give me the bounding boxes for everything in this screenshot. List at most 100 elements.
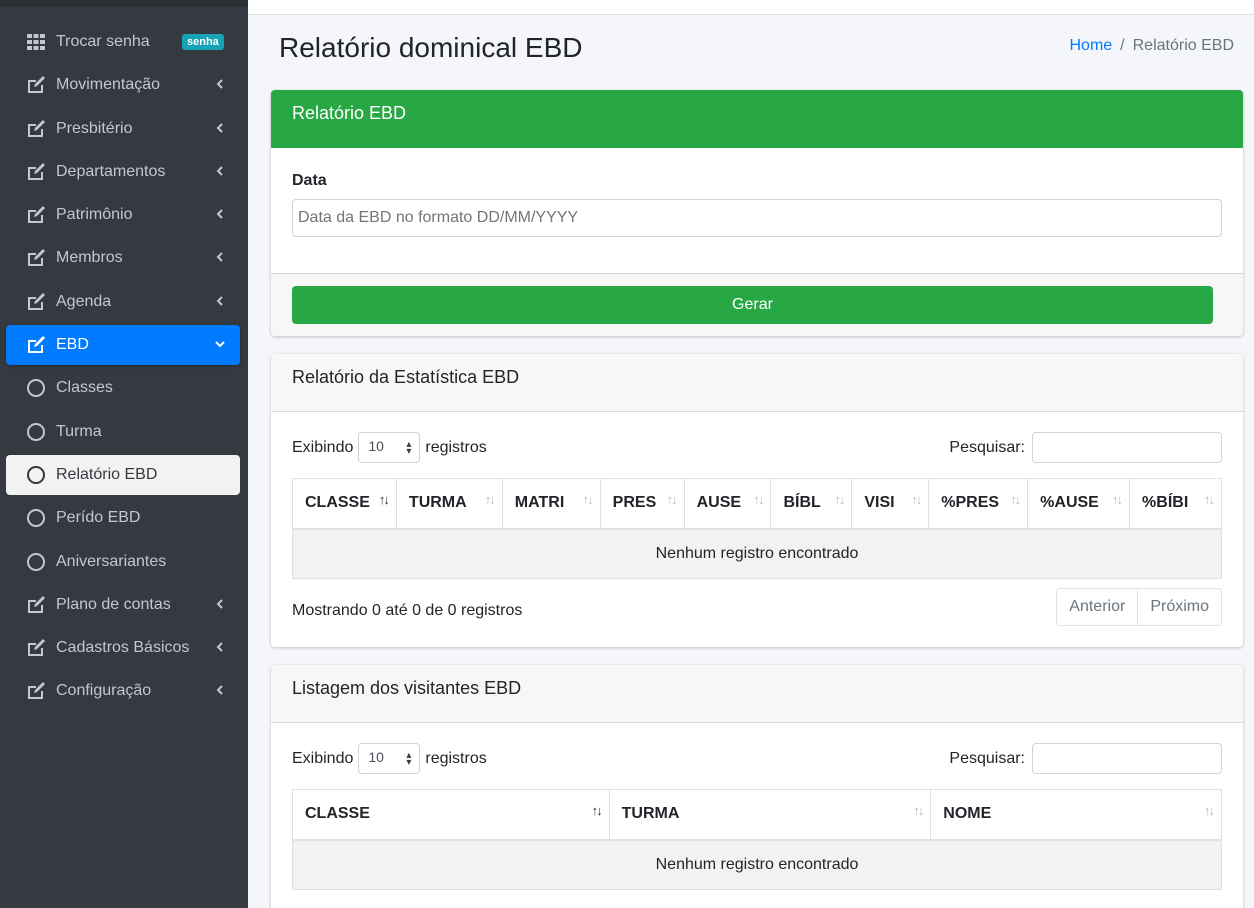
breadcrumb: Home / Relatório EBD: [1069, 37, 1234, 55]
sidebar-item-classes[interactable]: Classes: [6, 368, 240, 408]
sidebar-item-patrimonio[interactable]: Patrimônio: [6, 195, 240, 235]
search-label: Pesquisar:: [949, 438, 1025, 456]
edit-icon: [28, 682, 45, 700]
sort-icon: ↑↓: [911, 492, 922, 507]
table-header-row: CLASSE ↑↓ TURMA ↑↓ MATRI ↑↓ PRES ↑↓ AUSE ↑↓ B…: [292, 478, 1222, 530]
sidebar: Trocar senha senha Movimentação Presbité…: [0, 0, 248, 908]
sidebar-item-plano-de-contas[interactable]: Plano de contas: [6, 585, 240, 625]
chevron-down-icon: [215, 341, 225, 348]
chevron-left-icon: [216, 252, 223, 263]
sidebar-item-label: Departamentos: [56, 162, 166, 180]
breadcrumb-separator: /: [1120, 37, 1125, 54]
circle-icon: [27, 552, 45, 571]
column-header-pct-bibi[interactable]: %BÍBI ↑↓: [1129, 478, 1222, 530]
edit-icon: [28, 292, 45, 310]
chevron-left-icon: [216, 209, 223, 219]
column-header-pct-ause[interactable]: %AUSE ↑↓: [1027, 478, 1131, 530]
empty-message: Nenhum registro encontrado: [292, 839, 1222, 890]
report-card-title: Relatório EBD: [271, 90, 1243, 148]
edit-icon: [28, 595, 45, 613]
column-header-pres[interactable]: PRES ↑↓: [599, 478, 685, 530]
length-value: 10: [368, 749, 384, 765]
page-title: Relatório dominical EBD: [279, 32, 583, 63]
column-header-matri[interactable]: MATRI ↑↓: [501, 478, 601, 530]
edit-icon: [28, 639, 45, 657]
select-arrows-icon: ▴ ▾: [406, 750, 412, 768]
grid-icon: [27, 34, 45, 50]
column-header-classe[interactable]: CLASSE ↑↓: [292, 478, 397, 530]
select-arrows-icon: ▴ ▾: [406, 439, 412, 457]
visitors-length-select[interactable]: 10 ▴ ▾: [358, 743, 421, 774]
sidebar-item-label: Membros: [56, 249, 123, 267]
visitors-search-input[interactable]: [1032, 743, 1222, 774]
sort-icon: ↑↓: [753, 492, 764, 507]
length-suffix: registros: [425, 749, 487, 767]
sort-icon: ↑↓: [834, 492, 845, 507]
chevron-left-icon: [216, 122, 223, 133]
next-page-button[interactable]: Próximo: [1137, 589, 1221, 625]
table-header-row: CLASSE ↑↓ TURMA ↑↓ NOME ↑↓: [292, 789, 1222, 841]
sidebar-item-label: Agenda: [56, 292, 112, 310]
sidebar-item-configuracao[interactable]: Configuração: [6, 671, 240, 711]
sort-icon: ↑↓: [1204, 803, 1215, 818]
chevron-left-icon: [216, 79, 223, 90]
column-header-ause[interactable]: AUSE ↑↓: [683, 478, 772, 530]
sort-icon: ↑↓: [378, 492, 390, 507]
stats-pagination: Anterior Próximo: [1056, 588, 1222, 626]
stats-search-input[interactable]: [1032, 432, 1222, 463]
date-input[interactable]: [292, 199, 1222, 237]
column-header-nome[interactable]: NOME ↑↓: [930, 789, 1222, 841]
senha-badge: senha: [182, 34, 224, 50]
column-header-visi[interactable]: VISI ↑↓: [851, 478, 930, 530]
sidebar-item-movimentacao[interactable]: Movimentação: [6, 65, 240, 105]
column-header-bibl[interactable]: BÍBL ↑↓: [770, 478, 853, 530]
sidebar-item-presbiterio[interactable]: Presbitério: [6, 109, 240, 149]
stats-length-control: Exibindo 10 ▴ ▾ registros: [292, 432, 487, 463]
stats-table-info: Mostrando 0 até 0 de 0 registros: [292, 602, 523, 619]
stats-length-select[interactable]: 10 ▴ ▾: [358, 432, 421, 463]
sidebar-item-label: Relatório EBD: [56, 465, 158, 483]
gerar-button[interactable]: Gerar: [292, 286, 1213, 324]
stats-card: Relatório da Estatística EBD Exibindo 10…: [271, 354, 1243, 647]
previous-page-button[interactable]: Anterior: [1057, 589, 1138, 625]
stats-card-title: Relatório da Estatística EBD: [271, 354, 1243, 412]
length-prefix: Exibindo: [292, 749, 354, 767]
chevron-left-icon: [216, 166, 223, 176]
sidebar-item-relatorio-ebd[interactable]: Relatório EBD: [6, 454, 240, 495]
breadcrumb-home-link[interactable]: Home: [1069, 37, 1112, 54]
sidebar-top-strip: [0, 0, 248, 7]
table-row: Nenhum registro encontrado: [292, 528, 1222, 579]
column-header-classe[interactable]: CLASSE ↑↓: [292, 789, 610, 841]
chevron-left-icon: [216, 685, 223, 696]
chevron-left-icon: [216, 296, 223, 306]
sidebar-item-aniversariantes[interactable]: Aniversariantes: [6, 542, 240, 582]
sidebar-item-membros[interactable]: Membros: [6, 238, 240, 278]
sort-icon: ↑↓: [582, 492, 594, 507]
sidebar-item-label: Plano de contas: [56, 595, 171, 613]
sidebar-item-trocar-senha[interactable]: Trocar senha senha: [6, 22, 240, 62]
column-header-turma[interactable]: TURMA ↑↓: [608, 789, 932, 841]
chevron-left-icon: [216, 599, 223, 609]
sidebar-item-label: Aniversariantes: [56, 552, 167, 570]
sidebar-item-turma[interactable]: Turma: [6, 412, 240, 452]
stats-table: CLASSE ↑↓ TURMA ↑↓ MATRI ↑↓ PRES ↑↓ AUSE ↑↓ B…: [292, 478, 1222, 579]
sort-icon: ↑↓: [666, 492, 678, 507]
visitors-card-title: Listagem dos visitantes EBD: [271, 665, 1243, 723]
column-header-turma[interactable]: TURMA ↑↓: [395, 478, 503, 530]
sidebar-item-label: Patrimônio: [56, 206, 133, 224]
sidebar-item-ebd[interactable]: EBD: [6, 325, 240, 366]
chevron-left-icon: [216, 642, 223, 652]
edit-icon: [28, 206, 45, 224]
edit-icon: [28, 162, 45, 180]
sort-icon: ↑↓: [484, 492, 496, 507]
sidebar-item-cadastros-basicos[interactable]: Cadastros Básicos: [6, 628, 240, 668]
sidebar-item-agenda[interactable]: Agenda: [6, 282, 240, 322]
column-header-pct-pres[interactable]: %PRES ↑↓: [928, 478, 1029, 530]
stats-search: Pesquisar:: [949, 432, 1222, 463]
top-navbar: [248, 0, 1254, 15]
search-label: Pesquisar:: [949, 749, 1025, 767]
empty-message: Nenhum registro encontrado: [292, 528, 1222, 579]
sort-icon: ↑↓: [913, 803, 924, 818]
sidebar-item-departamentos[interactable]: Departamentos: [6, 152, 240, 192]
sidebar-item-periodo-ebd[interactable]: Perído EBD: [6, 498, 240, 538]
